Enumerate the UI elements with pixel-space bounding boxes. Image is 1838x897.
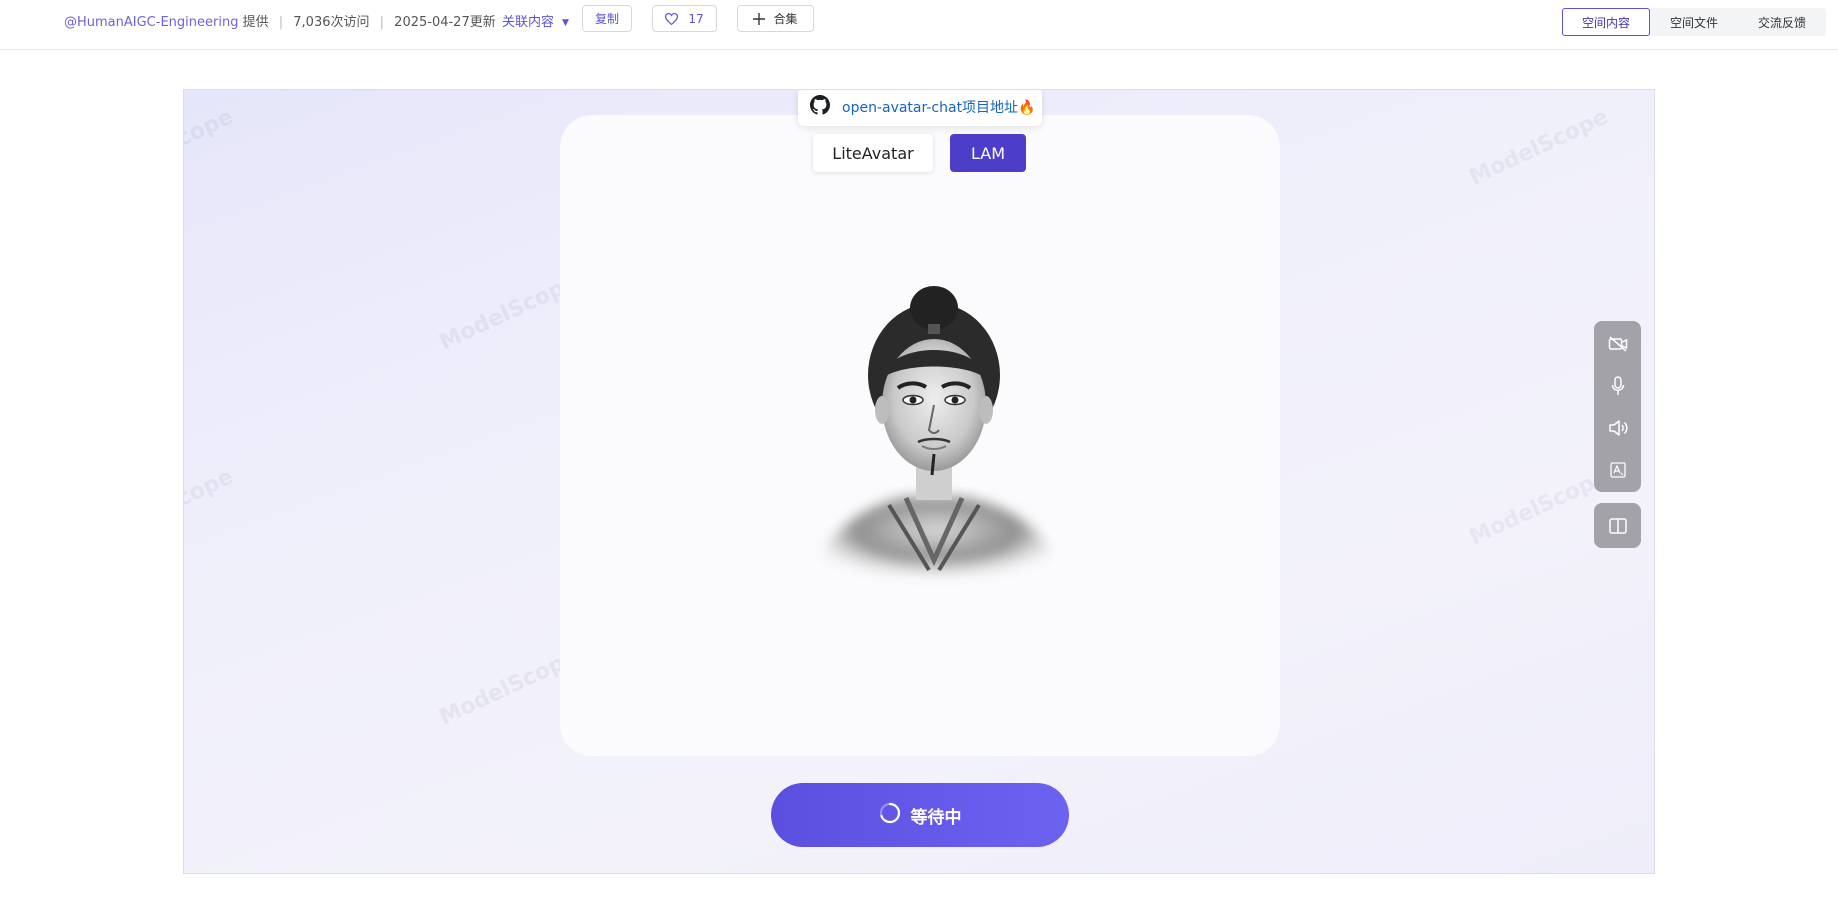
caret-down-icon: ▼ [562,18,569,28]
tab-space-files[interactable]: 空间文件 [1650,8,1738,36]
tab-lam[interactable]: LAM [950,134,1026,172]
provided-text: 提供 [242,15,269,30]
tab-liteavatar[interactable]: LiteAvatar [813,134,933,172]
page-header: @HumanAIGC-Engineering 提供 | 7,036次访问 | 2… [0,0,1838,50]
copy-label: 复制 [594,12,619,26]
meta-separator: | [278,15,284,30]
heart-icon [665,12,679,25]
space-nav-tabs: 空间内容 空间文件 交流反馈 [1562,8,1826,36]
repo-link[interactable]: open-avatar-chat项目地址🔥 [798,90,1042,126]
plus-icon [753,12,766,25]
watermark: ModelScope [1465,464,1613,551]
microphone-icon[interactable] [1607,375,1629,397]
tab-label: LAM [970,143,1006,163]
avatar-image [794,270,1074,600]
spinner-icon [879,802,901,829]
camera-off-icon[interactable] [1607,333,1629,355]
watermark: ModelScope [183,104,238,191]
space-meta: @HumanAIGC-Engineering 提供 | 7,036次访问 | 2… [64,11,496,30]
watermark: ModelScope [1465,104,1613,191]
book-icon[interactable] [1594,503,1641,548]
like-count: 17 [688,11,704,26]
related-content-label: 关联内容 [502,15,555,30]
collect-label: 合集 [773,12,798,26]
tab-feedback[interactable]: 交流反馈 [1738,8,1826,36]
copy-button[interactable]: 复制 [582,5,632,32]
app-stage: ModelScope ModelScope ModelScope ModelSc… [183,89,1655,874]
speaker-icon[interactable] [1607,417,1629,439]
subtitle-icon[interactable] [1607,459,1629,481]
updated-date: 2025-04-27更新 [394,15,496,30]
add-collection-button[interactable]: 合集 [737,5,814,32]
author-link[interactable]: @HumanAIGC-Engineering [64,15,238,30]
related-content-dropdown[interactable]: 关联内容 ▼ [502,11,569,30]
tab-label: LiteAvatar [832,143,914,163]
github-icon [810,94,830,120]
watermark: ModelScope [183,464,238,551]
meta-separator: | [379,15,385,30]
tab-label: 空间内容 [1581,15,1630,30]
tab-label: 交流反馈 [1757,15,1806,30]
waiting-button[interactable]: 等待中 [771,783,1069,847]
waiting-label: 等待中 [910,807,962,828]
visit-count: 7,036次访问 [293,15,370,30]
like-button[interactable]: 17 [652,5,717,32]
tab-label: 空间文件 [1669,15,1718,30]
media-controls-panel [1594,321,1641,492]
repo-link-label: open-avatar-chat项目地址🔥 [842,100,1036,116]
tab-space-content[interactable]: 空间内容 [1562,8,1650,36]
